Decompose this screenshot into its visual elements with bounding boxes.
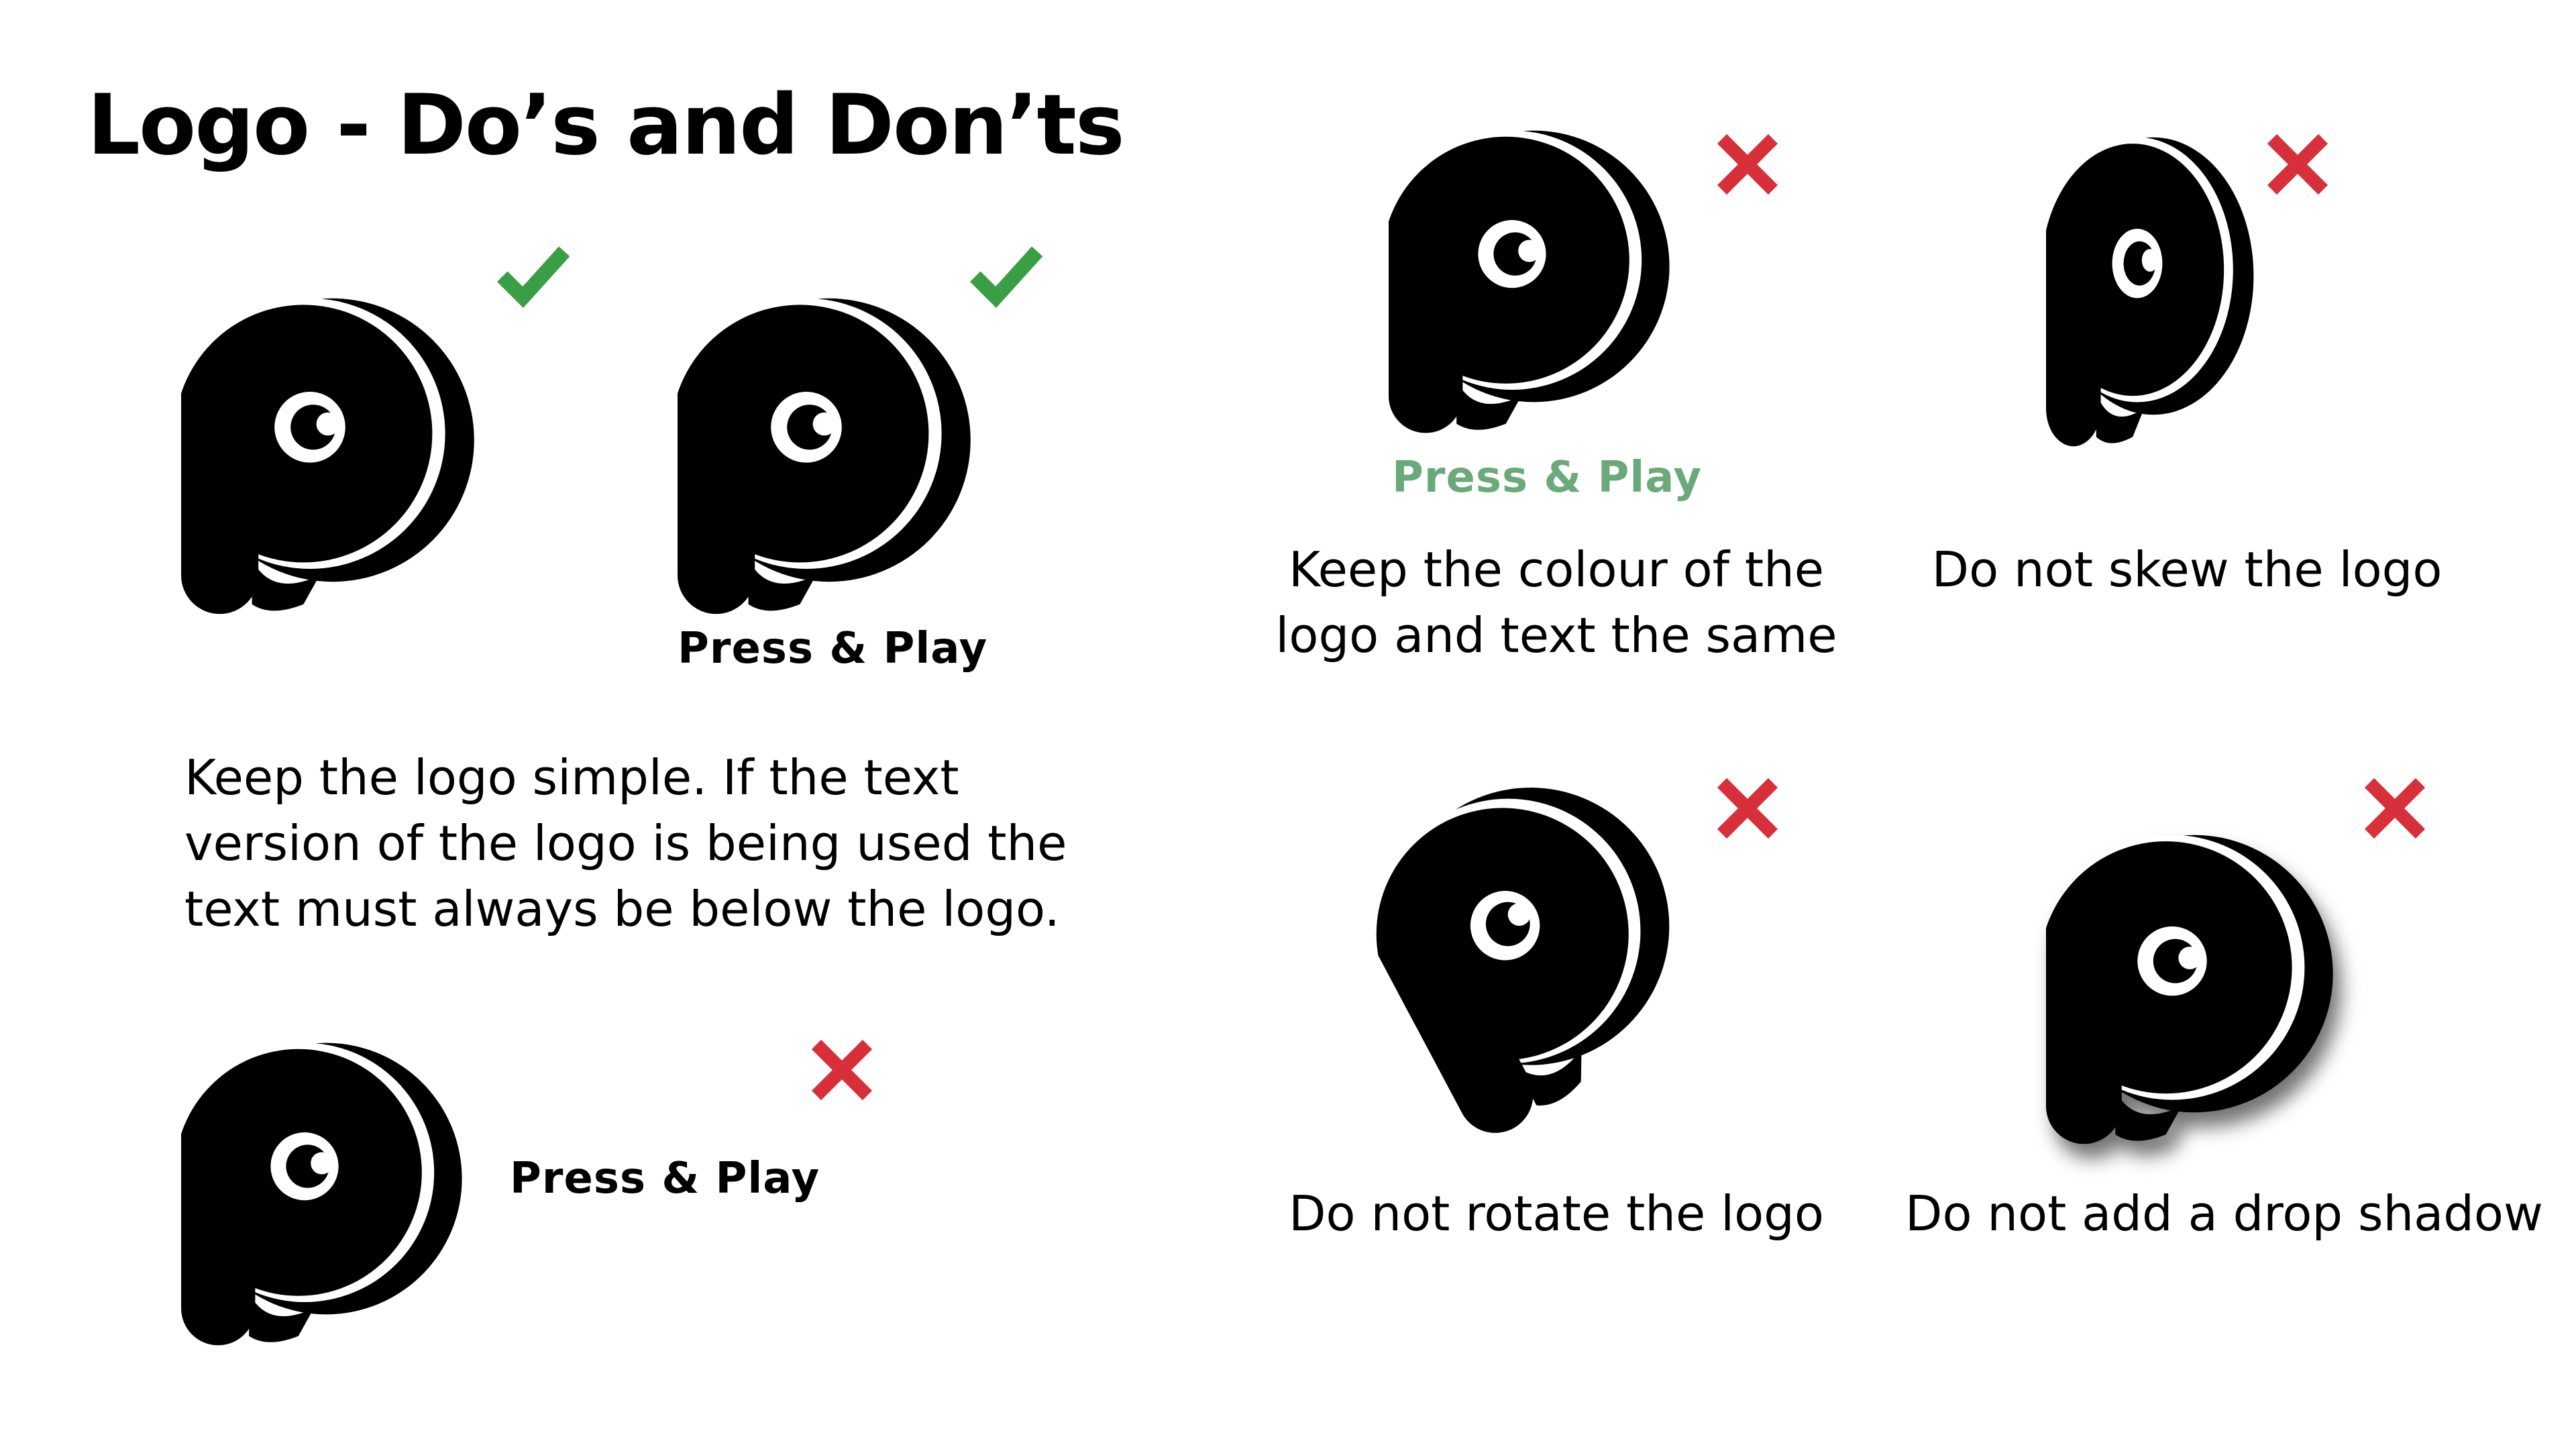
cross-icon [1714,131,1781,198]
brand-text-below: Press & Play [678,624,988,674]
logo-with-text-below [678,295,1000,617]
logo-skewed [2046,134,2274,449]
logo-only [181,295,503,617]
logo-with-text-side [181,1040,490,1348]
cross-icon [808,1036,875,1104]
colour-caption-line-2: logo and text the same [1275,607,1837,663]
logo-drop-shadow [2046,832,2361,1147]
page-title: Logo - Do’s and Don’ts [87,77,1125,174]
guideline-line-3: text must always be below the logo. [184,881,1060,937]
brand-text-side: Press & Play [510,1154,820,1203]
skew-caption: Do not skew the logo [1931,541,2443,598]
rotate-caption: Do not rotate the logo [1289,1185,1824,1242]
check-icon [969,238,1043,312]
logo-rotated [1333,722,1760,1149]
colour-caption-line-1: Keep the colour of the [1288,541,1825,598]
shadow-caption: Do not add a drop shadow [1905,1185,2543,1242]
check-icon [496,238,570,312]
guideline-line-2: version of the logo is being used the [184,815,1067,871]
guideline-line-1: Keep the logo simple. If the text [184,749,959,806]
cross-icon [2361,775,2428,842]
brand-text-green: Press & Play [1392,453,1703,502]
cross-icon [2264,131,2331,198]
logo-colour-example [1389,127,1697,436]
cross-icon [1714,775,1781,842]
